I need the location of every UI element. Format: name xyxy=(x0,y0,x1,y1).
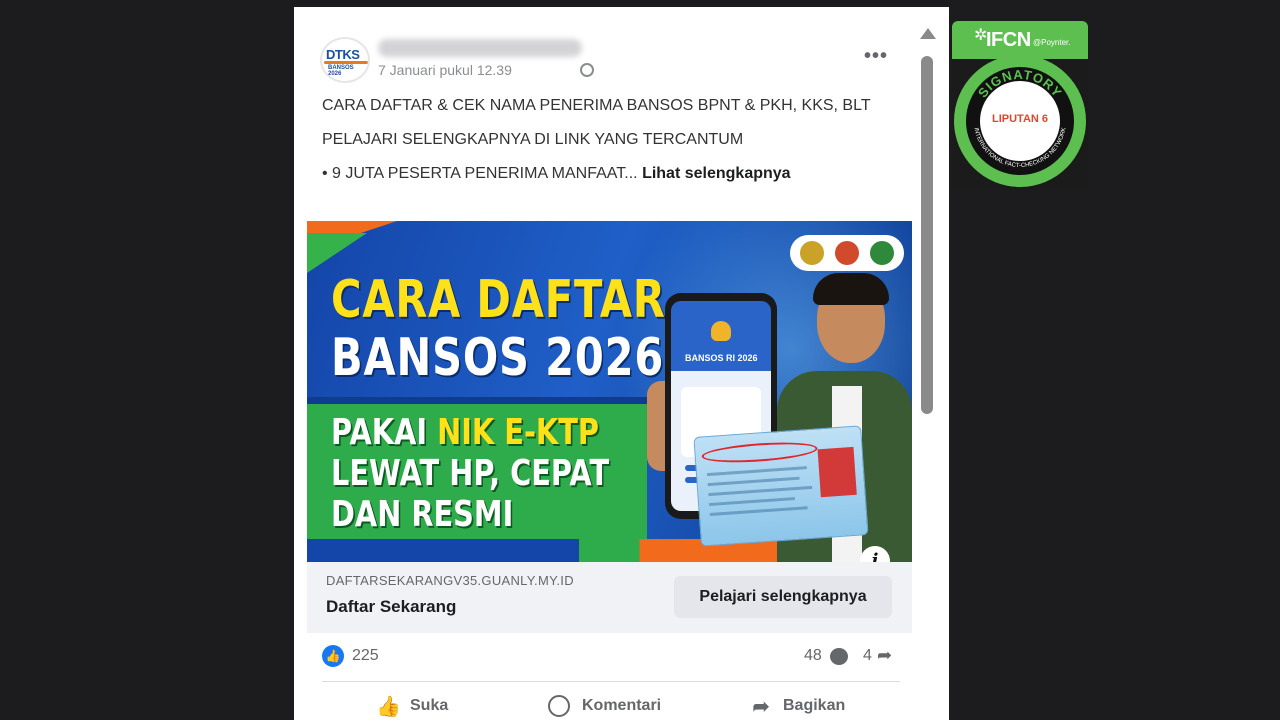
learn-more-button[interactable]: Pelajari selengkapnya xyxy=(674,576,892,618)
ifcn-signatory-badge: ✲ IFCN @Poynter. SIGNATORY INTERNATIONAL… xyxy=(952,21,1088,188)
comment-icon xyxy=(548,695,570,717)
blue-strip xyxy=(307,397,647,404)
like-button[interactable]: 👍 Suka xyxy=(376,693,476,720)
ad-headline-1: CARA DAFTAR xyxy=(331,270,666,330)
garuda-emblem-icon xyxy=(711,321,731,341)
ifcn-seal: SIGNATORY INTERNATIONAL FACT-CHECKING NE… xyxy=(954,55,1086,187)
person-hair xyxy=(813,273,889,305)
action-bar: 👍 Suka Komentari ➦ Bagikan xyxy=(294,687,949,720)
like-count[interactable]: 225 xyxy=(352,647,379,665)
link-title[interactable]: Daftar Sekarang xyxy=(326,597,456,617)
ad-image[interactable]: CARA DAFTAR BANSOS 2026 PAKAI NIK E-KTP … xyxy=(307,221,912,562)
ktp-photo xyxy=(817,446,857,498)
ifcn-header: ✲ IFCN @Poynter. xyxy=(952,21,1088,59)
post-timestamp[interactable]: 7 Januari pukul 12.39 xyxy=(378,62,512,78)
divider xyxy=(322,681,900,682)
link-preview[interactable]: DAFTARSEKARANGV35.GUANLY.MY.ID Daftar Se… xyxy=(307,562,912,633)
scrollbar[interactable] xyxy=(918,24,936,720)
post-body: CARA DAFTAR & CEK NAMA PENERIMA BANSOS B… xyxy=(322,95,882,197)
ad-headline-2: BANSOS 2026 xyxy=(331,328,665,388)
ad-subline-2: LEWAT HP, CEPAT xyxy=(331,453,610,494)
scroll-up-arrow-icon[interactable] xyxy=(920,28,936,39)
post-text-line: CARA DAFTAR & CEK NAMA PENERIMA BANSOS B… xyxy=(322,97,871,114)
ktp-text-line xyxy=(706,466,807,477)
post-text-bullet: • 9 JUTA PESERTA PENERIMA MANFAAT... xyxy=(322,165,638,182)
ad-subline-3: DAN RESMI xyxy=(331,494,514,535)
avatar-logo-text: DTKS xyxy=(326,47,360,62)
thumbs-up-icon: 👍 xyxy=(376,696,401,718)
link-domain: DAFTARSEKARANGV35.GUANLY.MY.ID xyxy=(326,573,574,588)
post-header: DTKS BANSOS 2026 7 Januari pukul 12.39 •… xyxy=(320,35,920,85)
globe-icon xyxy=(580,63,594,77)
poynter-text: @Poynter. xyxy=(1033,38,1071,47)
partner-logo-circle: LIPUTAN 6 xyxy=(980,81,1060,161)
share-count-icon: ➦ xyxy=(877,645,893,665)
share-icon: ➦ xyxy=(752,696,770,718)
comment-count[interactable]: 48 xyxy=(804,647,822,665)
post-text-line: • 9 JUTA PESERTA PENERIMA MANFAAT... Lih… xyxy=(322,163,882,185)
ministry-logo-icon xyxy=(835,241,859,265)
ktp-highlight-oval xyxy=(701,439,819,466)
more-options-icon[interactable]: ••• xyxy=(864,45,888,68)
comment-button[interactable]: Komentari xyxy=(548,693,688,720)
share-count[interactable]: 4 xyxy=(863,647,872,665)
ktp-text-line xyxy=(709,497,796,507)
share-button[interactable]: ➦ Bagikan xyxy=(749,693,869,720)
green-stripe xyxy=(307,233,367,273)
ifcn-logo-text: IFCN xyxy=(986,29,1031,51)
post-text-line: PELAJARI SELENGKAPNYA DI LINK YANG TERCA… xyxy=(322,131,744,148)
ktp-text-line xyxy=(707,476,800,487)
page-name-blurred[interactable] xyxy=(378,39,582,57)
like-label: Suka xyxy=(410,697,449,714)
phone-app-title: BANSOS RI 2026 xyxy=(685,353,758,363)
ktp-text-line xyxy=(709,506,808,517)
government-logos xyxy=(790,235,904,271)
ad-subline-1: PAKAI NIK E-KTP xyxy=(331,414,599,452)
comment-count-icon xyxy=(830,648,848,665)
ad-subline-1-a: PAKAI xyxy=(331,412,438,453)
scroll-thumb[interactable] xyxy=(921,56,933,414)
garuda-logo-icon xyxy=(800,241,824,265)
ad-subline-1-b: NIK E-KTP xyxy=(437,412,599,453)
page-avatar[interactable]: DTKS BANSOS 2026 xyxy=(320,37,370,83)
ktp-card-illustration xyxy=(693,425,869,547)
like-reaction-icon[interactable]: 👍 xyxy=(322,645,344,667)
liputan6-logo-text: LIPUTAN 6 xyxy=(991,113,1049,125)
facebook-post: DTKS BANSOS 2026 7 Januari pukul 12.39 •… xyxy=(294,7,949,720)
avatar-logo-subtext: BANSOS 2026 xyxy=(328,65,354,77)
share-label: Bagikan xyxy=(783,697,846,714)
see-more-link[interactable]: Lihat selengkapnya xyxy=(642,165,791,182)
kemenag-logo-icon xyxy=(870,241,894,265)
ktp-text-line xyxy=(708,485,813,497)
reactions-bar: 👍 225 48 4 ➦ xyxy=(322,643,902,669)
ifcn-seal-inner: SIGNATORY INTERNATIONAL FACT-CHECKING NE… xyxy=(966,67,1074,175)
comment-label: Komentari xyxy=(582,697,662,714)
